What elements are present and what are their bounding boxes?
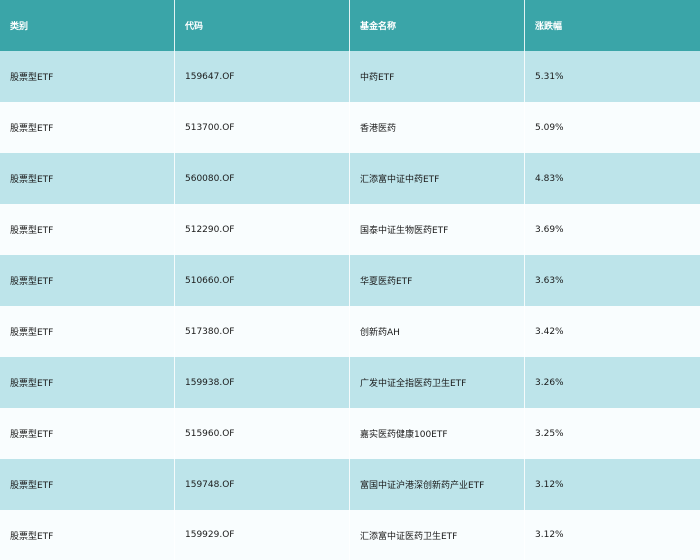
header-category[interactable]: 类别 [0, 0, 175, 51]
table-row[interactable]: 股票型ETF 560080.OF 汇添富中证中药ETF 4.83% [0, 153, 700, 204]
cell-change: 3.42% [535, 326, 564, 337]
cell-fund-name: 富国中证沪港深创新药产业ETF [350, 459, 525, 510]
cell-category: 股票型ETF [0, 510, 175, 560]
cell-category: 股票型ETF [0, 102, 175, 153]
cell-category: 股票型ETF [0, 204, 175, 255]
cell-fund-name: 香港医药 [350, 102, 525, 153]
cell-change: 3.69% [535, 224, 564, 235]
cell-category: 股票型ETF [0, 306, 175, 357]
cell-code: 512290.OF [175, 204, 350, 255]
table-row[interactable]: 股票型ETF 159938.OF 广发中证全指医药卫生ETF 3.26% [0, 357, 700, 408]
table-row[interactable]: 股票型ETF 513700.OF 香港医药 5.09% [0, 102, 700, 153]
cell-code: 517380.OF [175, 306, 350, 357]
header-code[interactable]: 代码 [175, 0, 350, 51]
table-row[interactable]: 股票型ETF 517380.OF 创新药AH 3.42% [0, 306, 700, 357]
table-row[interactable]: 股票型ETF 159929.OF 汇添富中证医药卫生ETF 3.12% [0, 510, 700, 560]
cell-fund-name: 创新药AH [350, 306, 525, 357]
cell-fund-name: 嘉实医药健康100ETF [350, 408, 525, 459]
header-fund-name[interactable]: 基金名称 [350, 0, 525, 51]
fund-table: 类别 代码 基金名称 涨跌幅 股票型ETF 159647.OF 中药ETF 5.… [0, 0, 700, 560]
cell-fund-name: 中药ETF [350, 51, 525, 102]
cell-change: 3.12% [535, 530, 564, 540]
cell-code: 159929.OF [175, 510, 350, 560]
cell-code: 159647.OF [175, 51, 350, 102]
cell-change: 3.12% [535, 479, 564, 490]
cell-code: 560080.OF [175, 153, 350, 204]
table-header: 类别 代码 基金名称 涨跌幅 [0, 0, 700, 51]
cell-change: 3.63% [535, 275, 564, 286]
table-row[interactable]: 股票型ETF 510660.OF 华夏医药ETF 3.63% [0, 255, 700, 306]
cell-fund-name: 汇添富中证中药ETF [350, 153, 525, 204]
cell-category: 股票型ETF [0, 408, 175, 459]
cell-change: 5.09% [535, 122, 564, 133]
cell-category: 股票型ETF [0, 153, 175, 204]
table-row[interactable]: 股票型ETF 512290.OF 国泰中证生物医药ETF 3.69% [0, 204, 700, 255]
cell-category: 股票型ETF [0, 255, 175, 306]
table-row[interactable]: 股票型ETF 515960.OF 嘉实医药健康100ETF 3.25% [0, 408, 700, 459]
cell-fund-name: 汇添富中证医药卫生ETF [350, 510, 525, 560]
cell-change: 3.26% [535, 377, 564, 388]
header-change[interactable]: 涨跌幅 [525, 0, 700, 51]
cell-change: 3.25% [535, 428, 564, 439]
cell-code: 510660.OF [175, 255, 350, 306]
table-row[interactable]: 股票型ETF 159647.OF 中药ETF 5.31% [0, 51, 700, 102]
table-row[interactable]: 股票型ETF 159748.OF 富国中证沪港深创新药产业ETF 3.12% [0, 459, 700, 510]
cell-category: 股票型ETF [0, 459, 175, 510]
cell-fund-name: 国泰中证生物医药ETF [350, 204, 525, 255]
cell-code: 159938.OF [175, 357, 350, 408]
cell-change: 4.83% [535, 173, 564, 184]
cell-code: 515960.OF [175, 408, 350, 459]
cell-fund-name: 广发中证全指医药卫生ETF [350, 357, 525, 408]
cell-code: 513700.OF [175, 102, 350, 153]
cell-category: 股票型ETF [0, 51, 175, 102]
cell-fund-name: 华夏医药ETF [350, 255, 525, 306]
cell-category: 股票型ETF [0, 357, 175, 408]
cell-change: 5.31% [535, 71, 564, 82]
cell-code: 159748.OF [175, 459, 350, 510]
